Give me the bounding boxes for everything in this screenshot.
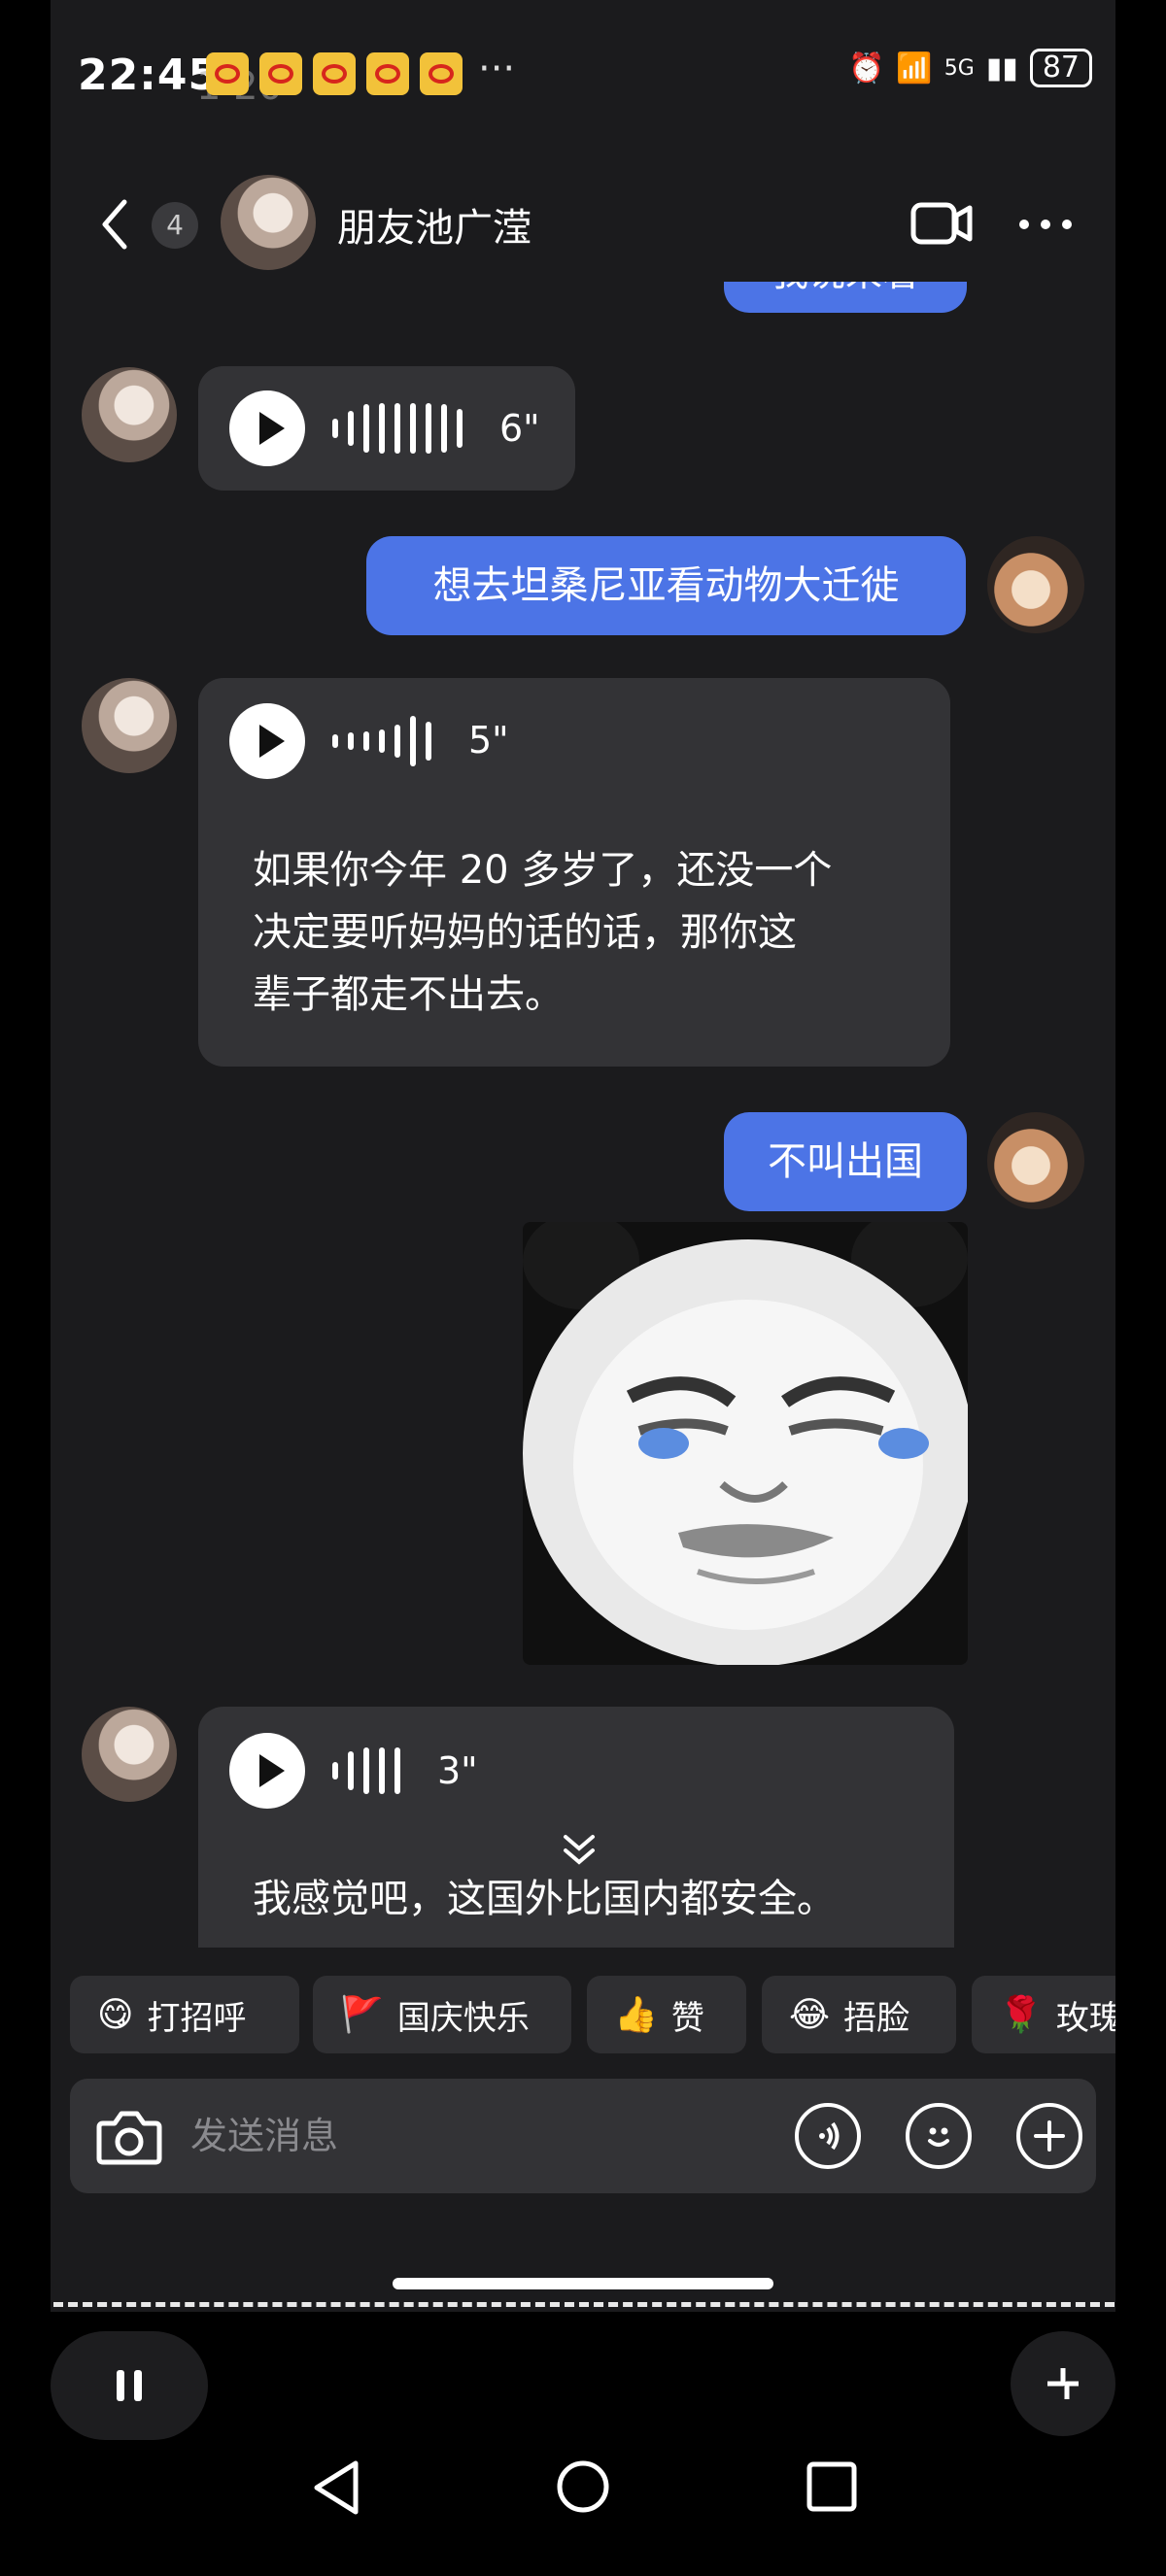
my-avatar[interactable] <box>987 536 1084 633</box>
quick-reply-label: 玫瑰 <box>1055 1998 1115 2038</box>
signal-label: 5G <box>943 55 975 81</box>
quick-reply-label: 打招呼 <box>147 1998 247 2038</box>
more-dots-icon[interactable] <box>1018 218 1073 231</box>
voice-duration: 3" <box>437 1749 478 1792</box>
voice-message[interactable]: 6" <box>198 366 575 491</box>
emoji-icon[interactable] <box>906 2103 972 2169</box>
quick-reply-bar: 😋 打招呼 🚩 国庆快乐 👍 赞 😂 捂脸 🌹 玫瑰 <box>70 1976 1115 2053</box>
contact-avatar[interactable] <box>82 1707 177 1802</box>
voice-message-with-transcript[interactable]: 3" 我感觉吧，这国外比国内都安全。 <box>198 1707 954 1948</box>
minimize-button[interactable] <box>1011 2331 1115 2436</box>
weibo-icon <box>313 52 356 95</box>
smile-emoji-icon: 😋 <box>97 1994 134 2035</box>
nav-recents-icon[interactable] <box>805 2459 859 2514</box>
quick-reply-label: 国庆快乐 <box>396 1998 530 2038</box>
voice-transcript-line: 如果你今年 20 多岁了，还没一个 <box>253 848 833 893</box>
quick-reply-chip[interactable]: 🚩 国庆快乐 <box>313 1976 571 2053</box>
contact-avatar[interactable] <box>221 175 316 270</box>
system-icons: ⏰ 📶 5G ▮▮ 87 <box>848 49 1092 87</box>
voice-duration: 6" <box>499 407 540 450</box>
camera-icon[interactable] <box>95 2108 163 2166</box>
voice-transcript-line: 决定要听妈妈的话的话，那你这 <box>253 910 797 955</box>
message-input-bar: 发送消息 <box>70 2079 1096 2193</box>
panda-face-image <box>523 1222 968 1665</box>
my-avatar[interactable] <box>987 1112 1084 1209</box>
signal-icon: ▮▮ <box>985 51 1018 85</box>
facepalm-emoji-icon: 😂 <box>789 1994 831 2035</box>
quick-reply-label: 捂脸 <box>843 1998 910 2038</box>
voice-input-icon[interactable] <box>795 2103 861 2169</box>
chevron-down-double-icon[interactable] <box>560 1831 599 1870</box>
red-flag-icon: 🚩 <box>340 1995 384 2035</box>
quick-reply-chip[interactable]: 😂 捂脸 <box>762 1976 956 2053</box>
sent-message[interactable]: 想去坦桑尼亚看动物大迁徙 <box>366 536 966 635</box>
quick-reply-label: 赞 <box>670 1998 704 2038</box>
chat-screen: 22:45 1 20 ··· ⏰ 📶 5G ▮▮ 87 4 朋友池广滢 <box>51 0 1115 2312</box>
battery-indicator: 87 <box>1029 49 1092 87</box>
home-indicator[interactable] <box>393 2278 773 2289</box>
chat-header: 4 朋友池广滢 <box>51 165 1115 282</box>
weibo-icon <box>420 52 463 95</box>
voice-message-with-transcript[interactable]: 5" 如果你今年 20 多岁了，还没一个 决定要听妈妈的话的话，那你这 辈子都走… <box>198 678 950 1067</box>
video-camera-icon[interactable] <box>910 202 973 245</box>
more-notifications-icon: ··· <box>478 47 516 91</box>
system-navigation-area <box>0 2312 1166 2576</box>
voice-transcript-line: 辈子都走不出去。 <box>253 972 564 1017</box>
pause-icon <box>117 2370 142 2401</box>
quick-reply-chip[interactable]: 👍 赞 <box>587 1976 746 2053</box>
weibo-icon <box>259 52 302 95</box>
contact-name[interactable]: 朋友池广滢 <box>337 196 532 253</box>
message-list[interactable]: 我说来着 6" 想去坦桑尼亚看动物大迁徙 5" 如果你今年 20 多岁了，还没一… <box>51 282 1115 1948</box>
quick-reply-chip[interactable]: 😋 打招呼 <box>70 1976 299 2053</box>
nav-home-icon[interactable] <box>556 2459 610 2514</box>
voice-waveform <box>332 1742 400 1800</box>
play-icon[interactable] <box>229 703 305 779</box>
nav-back-icon[interactable] <box>309 2457 363 2518</box>
voice-waveform <box>332 399 463 458</box>
alarm-icon: ⏰ <box>848 51 885 85</box>
panda-meme-sticker[interactable] <box>523 1222 968 1665</box>
message-input[interactable]: 发送消息 <box>190 2079 338 2193</box>
quick-reply-chip[interactable]: 🌹 玫瑰 <box>972 1976 1115 2053</box>
thumbs-up-icon: 👍 <box>614 1995 658 2035</box>
voice-waveform <box>332 712 431 770</box>
rose-icon: 🌹 <box>999 1995 1043 2035</box>
unread-badge: 4 <box>152 202 198 249</box>
play-icon[interactable] <box>229 1733 305 1809</box>
pause-button[interactable] <box>51 2331 208 2440</box>
weibo-icon <box>366 52 409 95</box>
screen-recording-progress <box>53 2302 1115 2307</box>
sent-message[interactable]: 不叫出国 <box>724 1112 967 1211</box>
voice-duration: 5" <box>468 719 509 762</box>
weibo-icon <box>206 52 249 95</box>
voice-transcript-line: 我感觉吧，这国外比国内都安全。 <box>253 1877 836 1921</box>
contact-avatar[interactable] <box>82 678 177 773</box>
play-icon[interactable] <box>229 390 305 466</box>
wifi-icon: 📶 <box>896 51 933 85</box>
contact-avatar[interactable] <box>82 367 177 462</box>
collapse-arrows-icon <box>1047 2368 1079 2399</box>
plus-icon[interactable] <box>1016 2103 1082 2169</box>
sent-message-partial[interactable]: 我说来着 <box>724 282 967 313</box>
back-arrow-icon[interactable] <box>99 198 128 251</box>
status-bar: 22:45 1 20 ··· ⏰ 📶 5G ▮▮ 87 <box>51 39 1115 109</box>
